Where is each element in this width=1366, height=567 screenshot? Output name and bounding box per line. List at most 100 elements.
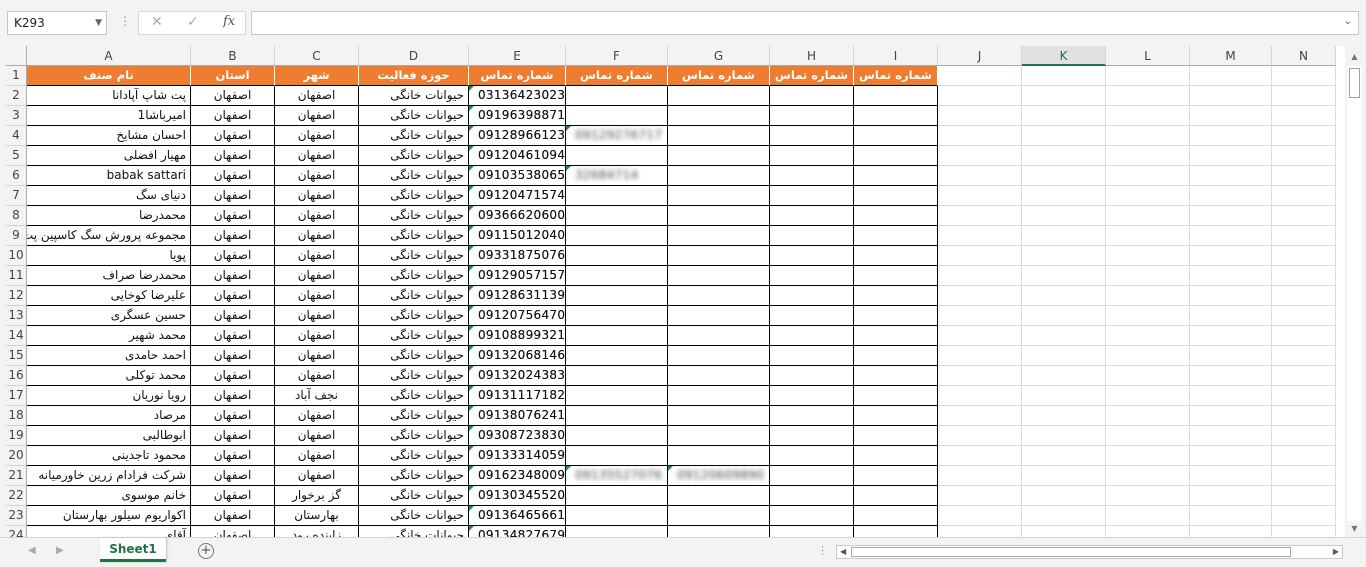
formula-input[interactable]: ⌄ [251, 11, 1359, 35]
phone-2-cell[interactable] [566, 186, 668, 206]
phone-5-cell[interactable] [854, 446, 938, 466]
company-name-cell[interactable]: دنیای سگ [27, 186, 191, 206]
empty-cell[interactable] [1022, 186, 1106, 206]
phone-2-cell[interactable] [566, 226, 668, 246]
row-header[interactable]: 24 [6, 526, 27, 537]
empty-cell[interactable] [1106, 506, 1190, 526]
empty-cell[interactable] [938, 306, 1022, 326]
city-cell[interactable]: اصفهان [275, 186, 359, 206]
column-header-c[interactable]: C [275, 46, 359, 66]
city-cell[interactable]: اصفهان [275, 246, 359, 266]
phone-5-cell[interactable] [854, 426, 938, 446]
row-header[interactable]: 7 [6, 186, 27, 206]
company-name-cell[interactable]: شرکت فرادام زرین خاورمیانه [27, 466, 191, 486]
province-cell[interactable]: اصفهان [191, 286, 275, 306]
empty-cell[interactable] [938, 406, 1022, 426]
phone-5-cell[interactable] [854, 486, 938, 506]
empty-cell[interactable] [1106, 226, 1190, 246]
phone-2-cell[interactable] [566, 306, 668, 326]
city-cell[interactable]: اصفهان [275, 166, 359, 186]
empty-cell[interactable] [1106, 206, 1190, 226]
activity-cell[interactable]: حیوانات خانگی [359, 306, 469, 326]
city-cell[interactable]: اصفهان [275, 446, 359, 466]
province-cell[interactable]: اصفهان [191, 146, 275, 166]
phone-5-cell[interactable] [854, 86, 938, 106]
phone-4-cell[interactable] [770, 206, 854, 226]
column-header-d[interactable]: D [359, 46, 469, 66]
header-cell[interactable]: شماره تماس [770, 66, 854, 86]
empty-cell[interactable] [938, 246, 1022, 266]
phone-5-cell[interactable] [854, 506, 938, 526]
company-name-cell[interactable]: احمد حامدی [27, 346, 191, 366]
phone-3-cell[interactable] [668, 246, 770, 266]
header-cell[interactable]: شماره تماس [566, 66, 668, 86]
empty-cell[interactable] [1272, 506, 1336, 526]
company-name-cell[interactable]: محمدرضا صراف [27, 266, 191, 286]
empty-cell[interactable] [1106, 286, 1190, 306]
company-name-cell[interactable]: آقای [27, 526, 191, 537]
phone-5-cell[interactable] [854, 286, 938, 306]
row-header[interactable]: 8 [6, 206, 27, 226]
empty-cell[interactable] [1190, 386, 1272, 406]
empty-cell[interactable] [1272, 206, 1336, 226]
column-header-f[interactable]: F [566, 46, 668, 66]
enter-icon[interactable]: ✓ [187, 14, 199, 30]
activity-cell[interactable]: حیوانات خانگی [359, 326, 469, 346]
phone-4-cell[interactable] [770, 186, 854, 206]
empty-cell[interactable] [938, 506, 1022, 526]
city-cell[interactable]: اصفهان [275, 366, 359, 386]
phone-2-cell[interactable] [566, 86, 668, 106]
phone-2-cell[interactable] [566, 386, 668, 406]
activity-cell[interactable]: حیوانات خانگی [359, 526, 469, 537]
empty-cell[interactable] [1106, 86, 1190, 106]
empty-cell[interactable] [1106, 306, 1190, 326]
empty-cell[interactable] [1022, 106, 1106, 126]
phone-3-cell[interactable] [668, 286, 770, 306]
empty-cell[interactable] [1022, 126, 1106, 146]
phone-3-cell[interactable] [668, 306, 770, 326]
empty-cell[interactable] [938, 226, 1022, 246]
phone-2-cell[interactable] [566, 326, 668, 346]
activity-cell[interactable]: حیوانات خانگی [359, 146, 469, 166]
phone-5-cell[interactable] [854, 226, 938, 246]
province-cell[interactable]: اصفهان [191, 446, 275, 466]
empty-cell[interactable] [1190, 266, 1272, 286]
empty-cell[interactable] [938, 466, 1022, 486]
city-cell[interactable]: اصفهان [275, 326, 359, 346]
phone-cell[interactable]: 09133314059 [469, 446, 566, 466]
city-cell[interactable]: اصفهان [275, 126, 359, 146]
phone-4-cell[interactable] [770, 366, 854, 386]
phone-2-cell[interactable] [566, 506, 668, 526]
empty-cell[interactable] [1272, 186, 1336, 206]
phone-5-cell[interactable] [854, 466, 938, 486]
empty-cell[interactable] [938, 266, 1022, 286]
phone-cell[interactable]: 09162348009 [469, 466, 566, 486]
header-cell[interactable]: شهر [275, 66, 359, 86]
phone-cell[interactable]: 03136423023 [469, 86, 566, 106]
empty-cell[interactable] [1272, 306, 1336, 326]
empty-cell[interactable] [1190, 506, 1272, 526]
row-header[interactable]: 22 [6, 486, 27, 506]
header-cell[interactable]: شماره تماس [668, 66, 770, 86]
phone-3-cell[interactable] [668, 346, 770, 366]
phone-cell[interactable]: 09120756470 [469, 306, 566, 326]
empty-cell[interactable] [1106, 166, 1190, 186]
province-cell[interactable]: اصفهان [191, 166, 275, 186]
empty-cell[interactable] [1190, 486, 1272, 506]
empty-cell[interactable] [1272, 326, 1336, 346]
activity-cell[interactable]: حیوانات خانگی [359, 426, 469, 446]
row-header[interactable]: 23 [6, 506, 27, 526]
empty-cell[interactable] [1106, 406, 1190, 426]
activity-cell[interactable]: حیوانات خانگی [359, 446, 469, 466]
phone-3-cell[interactable] [668, 526, 770, 537]
province-cell[interactable]: اصفهان [191, 326, 275, 346]
phone-4-cell[interactable] [770, 286, 854, 306]
phone-4-cell[interactable] [770, 466, 854, 486]
phone-cell[interactable]: 09366620600 [469, 206, 566, 226]
phone-3-cell[interactable] [668, 446, 770, 466]
city-cell[interactable]: اصفهان [275, 106, 359, 126]
empty-cell[interactable] [1190, 346, 1272, 366]
phone-5-cell[interactable] [854, 186, 938, 206]
empty-cell[interactable] [938, 486, 1022, 506]
empty-cell[interactable] [1190, 106, 1272, 126]
